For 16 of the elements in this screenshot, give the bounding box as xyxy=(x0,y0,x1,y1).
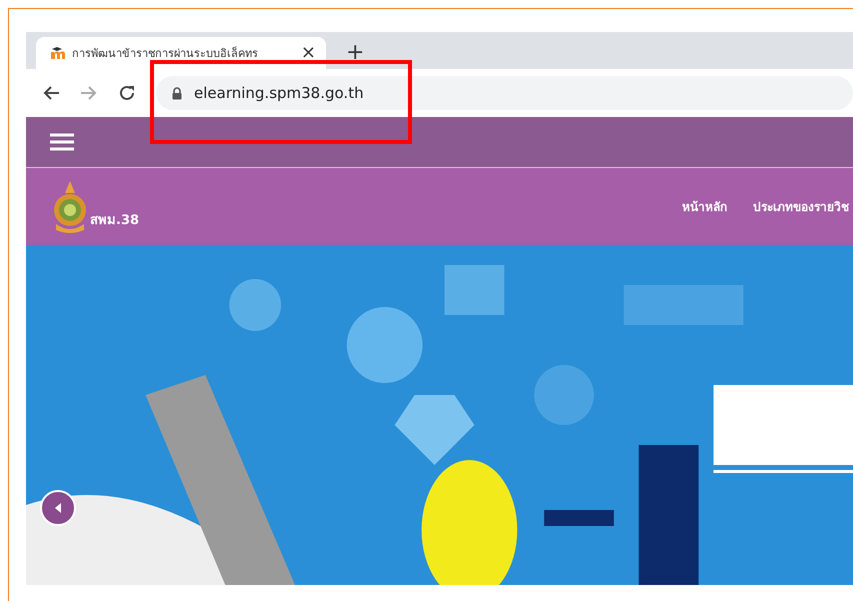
cap-logo-icon xyxy=(50,46,66,60)
address-bar[interactable]: elearning.spm38.go.th xyxy=(156,76,853,110)
emblem-icon xyxy=(52,180,88,234)
url-text: elearning.spm38.go.th xyxy=(194,84,364,102)
lock-icon xyxy=(172,86,182,100)
close-tab-button[interactable]: × xyxy=(300,44,316,62)
back-icon[interactable] xyxy=(42,85,60,101)
reload-icon[interactable] xyxy=(118,84,136,102)
nav-link[interactable]: หน้าหลัก xyxy=(682,197,727,216)
tab-title: การพัฒนาข้าราชการผ่านระบบอิเล็คทร xyxy=(72,45,259,62)
caret-left-icon xyxy=(54,503,62,513)
menu-icon[interactable] xyxy=(50,133,74,151)
nav-link[interactable]: ประเภทของรายวิช xyxy=(753,197,849,216)
browser-tab[interactable]: การพัฒนาข้าราชการผ่านระบบอิเล็คทร × xyxy=(36,37,326,69)
new-tab-button[interactable]: + xyxy=(346,42,364,64)
logo-text: สพม.38 xyxy=(90,212,140,230)
